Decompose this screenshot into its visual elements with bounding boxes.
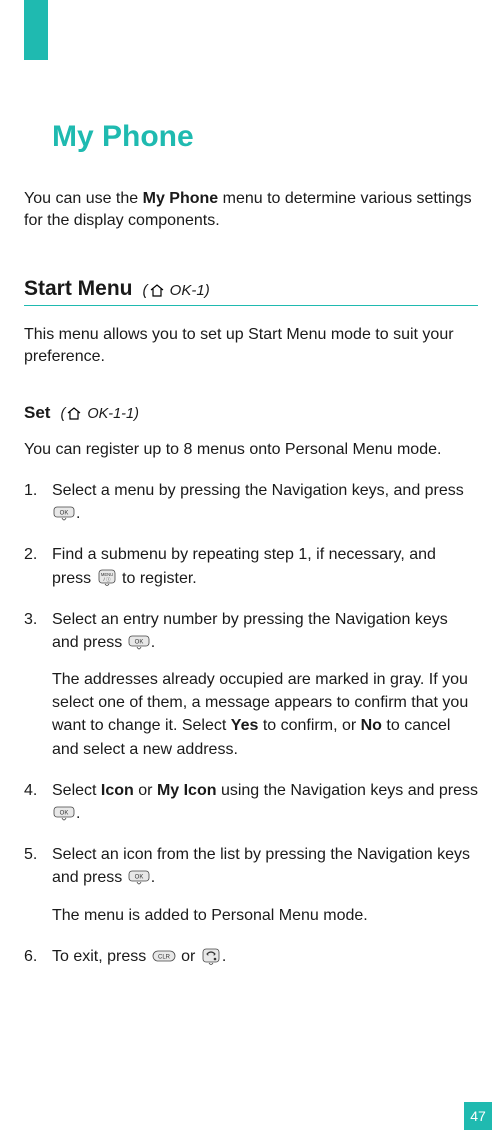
step-1: Select a menu by pressing the Navigation…	[24, 479, 478, 525]
ok-key-icon: OK	[53, 806, 75, 822]
step-5-note: The menu is added to Personal Menu mode.	[52, 904, 478, 927]
ok-key-icon: OK	[53, 506, 75, 522]
ok-key-icon: OK	[128, 635, 150, 651]
step-4: Select Icon or My Icon using the Navigat…	[24, 779, 478, 825]
end-key-icon	[201, 948, 221, 966]
svg-text:OK: OK	[60, 510, 69, 516]
menu-key-icon: MENU/ ⓘ	[97, 569, 117, 587]
intro-pre: You can use the	[24, 190, 143, 207]
sub-breadcrumb: ( OK-1-1)	[60, 406, 138, 422]
accent-bar	[24, 0, 48, 60]
page-number: 47	[464, 1102, 492, 1130]
svg-text:OK: OK	[60, 810, 69, 816]
sub-header-set: Set ( OK-1-1)	[24, 403, 478, 423]
steps-list: Select a menu by pressing the Navigation…	[24, 479, 478, 968]
svg-text:OK: OK	[134, 639, 143, 645]
home-icon	[66, 407, 82, 420]
intro-bold: My Phone	[143, 190, 219, 207]
ok-key-icon: OK	[128, 870, 150, 886]
clr-key-icon: CLR	[152, 950, 176, 964]
section-name: Start Menu	[24, 277, 133, 301]
svg-text:CLR: CLR	[158, 954, 171, 960]
sub-description: You can register up to 8 menus onto Pers…	[24, 439, 478, 461]
home-icon	[149, 284, 165, 297]
section-header-start-menu: Start Menu ( OK-1)	[24, 277, 478, 306]
sub-name: Set	[24, 403, 50, 423]
section-breadcrumb: ( OK-1)	[143, 282, 210, 299]
step-3: Select an entry number by pressing the N…	[24, 608, 478, 761]
step-6: To exit, press CLR or .	[24, 945, 478, 968]
svg-text:/ ⓘ: / ⓘ	[103, 576, 111, 583]
page-content: My Phone You can use the My Phone menu t…	[0, 0, 502, 1026]
intro-paragraph: You can use the My Phone menu to determi…	[24, 188, 478, 233]
step-2: Find a submenu by repeating step 1, if n…	[24, 543, 478, 589]
section-description: This menu allows you to set up Start Men…	[24, 324, 478, 369]
svg-text:OK: OK	[134, 875, 143, 881]
step-5: Select an icon from the list by pressing…	[24, 843, 478, 927]
step-3-note: The addresses already occupied are marke…	[52, 668, 478, 761]
page-title: My Phone	[52, 120, 478, 154]
